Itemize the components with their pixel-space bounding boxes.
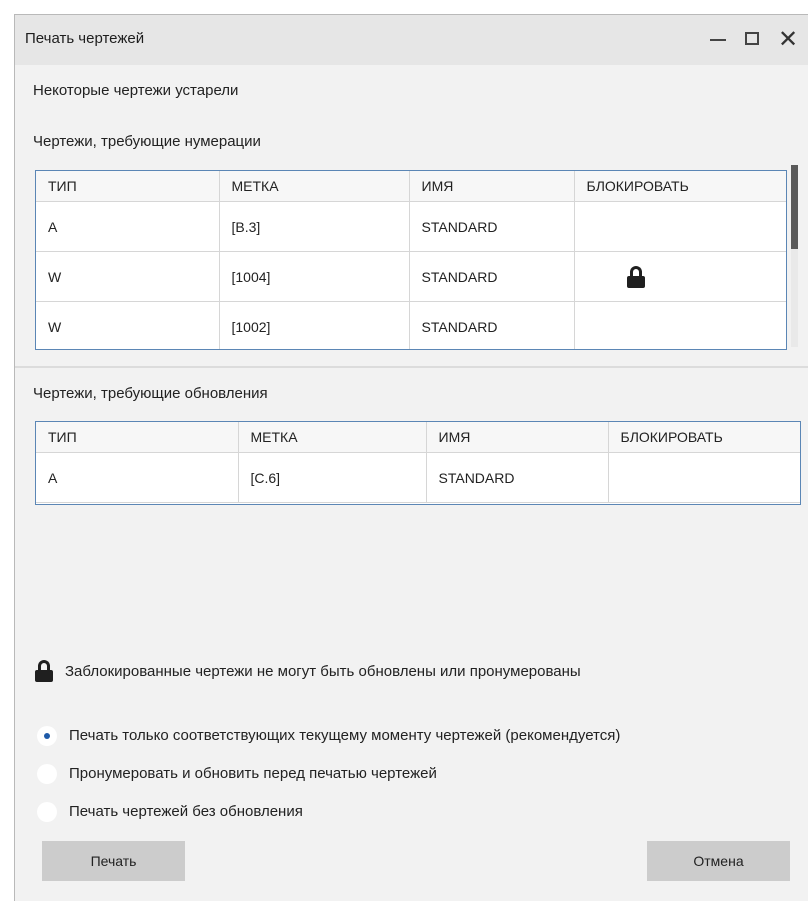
table-row[interactable]: A [B.3] STANDARD	[36, 201, 786, 252]
column-header-name[interactable]: ИМЯ	[426, 422, 609, 453]
option-print-without-update-label[interactable]: Печать чертежей без обновления	[69, 803, 303, 820]
table-header-row: ТИП МЕТКА ИМЯ БЛОКИРОВАТЬ	[36, 171, 786, 202]
print-button[interactable]: Печать	[42, 841, 185, 881]
table-row[interactable]: A [C.6] STANDARD	[36, 452, 800, 503]
cell-type: A	[36, 452, 239, 503]
cell-name: STANDARD	[409, 251, 575, 302]
option-print-current-label[interactable]: Печать только соответствующих текущему м…	[69, 727, 620, 744]
lock-icon	[626, 265, 645, 288]
column-header-type[interactable]: ТИП	[36, 171, 220, 202]
title-bar: Печать чертежей ✕	[15, 15, 808, 65]
update-section-title: Чертежи, требующие обновления	[33, 385, 268, 402]
outdated-message: Некоторые чертежи устарели	[33, 82, 239, 99]
column-header-mark[interactable]: МЕТКА	[219, 171, 410, 202]
print-drawings-dialog: Печать чертежей ✕ Некоторые чертежи уста…	[14, 14, 808, 901]
table-row[interactable]: W [1004] STANDARD	[36, 251, 786, 302]
renumber-table: ТИП МЕТКА ИМЯ БЛОКИРОВАТЬ A [B.3] STANDA…	[35, 170, 787, 350]
cell-mark: [1004]	[219, 251, 410, 302]
maximize-button[interactable]	[737, 25, 767, 55]
minimize-icon	[710, 39, 726, 41]
minimize-button[interactable]	[703, 25, 733, 55]
column-header-lock[interactable]: БЛОКИРОВАТЬ	[608, 422, 800, 453]
cancel-button[interactable]: Отмена	[647, 841, 790, 881]
window-title: Печать чертежей	[25, 30, 145, 47]
scrollbar-thumb[interactable]	[791, 165, 798, 249]
radio-print-without-update[interactable]	[37, 802, 57, 822]
cell-name: STANDARD	[409, 301, 575, 349]
close-button[interactable]: ✕	[773, 25, 803, 55]
maximize-icon	[745, 32, 759, 45]
column-header-mark[interactable]: МЕТКА	[238, 422, 427, 453]
radio-print-current[interactable]	[37, 726, 57, 746]
cell-lock[interactable]	[574, 251, 786, 302]
column-header-lock[interactable]: БЛОКИРОВАТЬ	[574, 171, 786, 202]
table-header-row: ТИП МЕТКА ИМЯ БЛОКИРОВАТЬ	[36, 422, 800, 453]
cell-type: A	[36, 201, 220, 252]
option-renumber-update-label[interactable]: Пронумеровать и обновить перед печатью ч…	[69, 765, 437, 782]
cell-lock[interactable]	[574, 301, 786, 349]
update-table: ТИП МЕТКА ИМЯ БЛОКИРОВАТЬ A [C.6] STANDA…	[35, 421, 801, 505]
cell-name: STANDARD	[426, 452, 609, 503]
cell-type: W	[36, 301, 220, 349]
cell-lock[interactable]	[574, 201, 786, 252]
cell-lock[interactable]	[608, 452, 800, 503]
column-header-name[interactable]: ИМЯ	[409, 171, 575, 202]
cell-type: W	[36, 251, 220, 302]
cell-mark: [B.3]	[219, 201, 410, 252]
cell-mark: [C.6]	[238, 452, 427, 503]
radio-renumber-update[interactable]	[37, 764, 57, 784]
column-header-type[interactable]: ТИП	[36, 422, 239, 453]
lock-icon	[35, 660, 53, 682]
renumber-section-title: Чертежи, требующие нумерации	[33, 133, 261, 150]
lock-note: Заблокированные чертежи не могут быть об…	[65, 663, 581, 680]
table-row[interactable]: W [1002] STANDARD	[36, 301, 786, 349]
cell-mark: [1002]	[219, 301, 410, 349]
section-divider	[15, 366, 808, 368]
cell-name: STANDARD	[409, 201, 575, 252]
